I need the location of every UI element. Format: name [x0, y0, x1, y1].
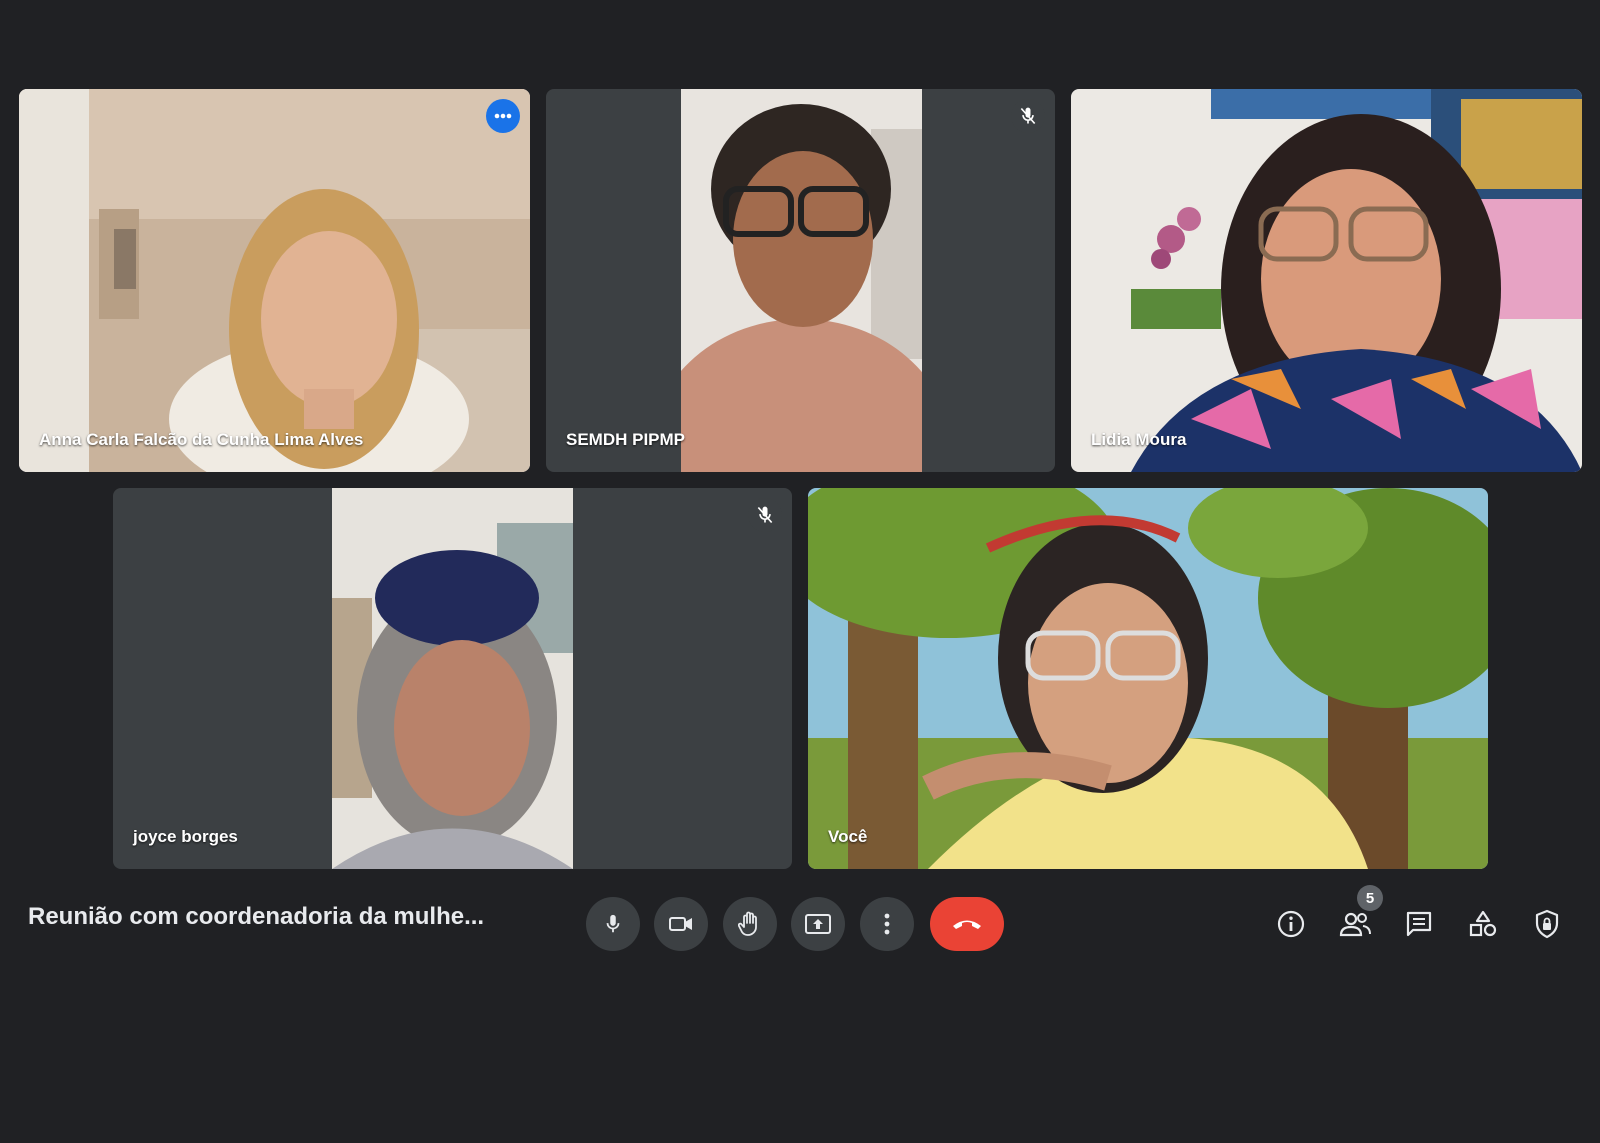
meeting-details-button[interactable]: [1271, 904, 1311, 944]
activities-button[interactable]: [1463, 904, 1503, 944]
participant-name: Você: [828, 827, 868, 846]
participant-tile-anna-carla[interactable]: Anna Carla Falcão da Cunha Lima Alves: [19, 89, 530, 472]
chat-icon: [1406, 911, 1432, 937]
present-screen-icon: [805, 914, 831, 934]
participant-video: [681, 89, 922, 472]
more-options-button[interactable]: [860, 897, 914, 951]
microphone-button[interactable]: [586, 897, 640, 951]
participant-video: [19, 89, 530, 472]
meet-call-screen: Anna Carla Falcão da Cunha Lima Alves SE…: [0, 0, 1600, 1143]
more-options-icon[interactable]: [486, 99, 520, 133]
hand-icon: [738, 911, 757, 936]
meeting-title: Reunião com coordenadoria da mulhe...: [28, 903, 485, 930]
participant-name: Lidia Moura: [1091, 430, 1187, 449]
participant-tile-self[interactable]: Você: [808, 488, 1488, 869]
participant-video: [808, 488, 1488, 869]
leave-call-button[interactable]: [930, 897, 1004, 951]
participant-name: Anna Carla Falcão da Cunha Lima Alves: [39, 430, 364, 449]
participant-video: [332, 488, 573, 869]
host-controls-button[interactable]: [1527, 904, 1567, 944]
muted-mic-icon: [748, 498, 782, 532]
activities-icon: [1469, 910, 1497, 937]
participant-name: joyce borges: [133, 827, 238, 846]
info-icon: [1277, 910, 1305, 938]
participant-video: [1071, 89, 1582, 472]
chat-button[interactable]: [1399, 904, 1439, 944]
host-controls-icon: [1535, 909, 1559, 939]
present-screen-button[interactable]: [791, 897, 845, 951]
video-camera-icon: [669, 917, 692, 931]
people-button[interactable]: 5: [1335, 885, 1383, 944]
more-vertical-icon: [884, 913, 890, 935]
participant-tile-semdh-pipmp[interactable]: SEMDH PIPMP: [546, 89, 1055, 472]
people-count-badge: 5: [1357, 885, 1383, 911]
microphone-icon: [606, 914, 620, 933]
people-icon: [1339, 912, 1371, 937]
participant-tile-lidia-moura[interactable]: Lidia Moura: [1071, 89, 1582, 472]
muted-mic-icon: [1011, 99, 1045, 133]
camera-button[interactable]: [654, 897, 708, 951]
participant-tile-joyce-borges[interactable]: joyce borges: [113, 488, 792, 869]
participant-name: SEMDH PIPMP: [566, 430, 686, 449]
raise-hand-button[interactable]: [723, 897, 777, 951]
hang-up-icon: [953, 920, 981, 929]
